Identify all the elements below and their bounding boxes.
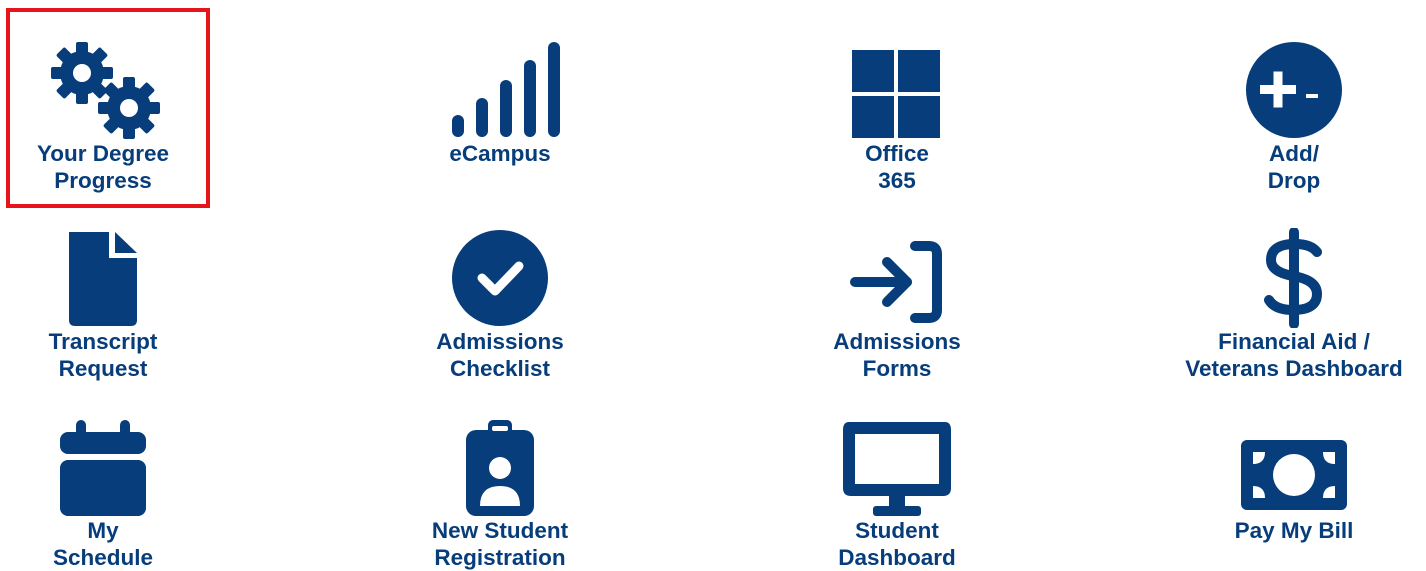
tile-label: Add/ Drop xyxy=(1267,141,1321,193)
check-circle-icon xyxy=(380,228,620,328)
tile-label: Pay My Bill xyxy=(1234,518,1354,543)
sign-in-icon xyxy=(777,228,1017,328)
tile-label: My Schedule xyxy=(52,518,154,570)
document-icon xyxy=(0,228,223,328)
money-bill-icon xyxy=(1174,418,1414,518)
calendar-icon xyxy=(0,418,223,518)
tile-label: Admissions Checklist xyxy=(436,329,564,381)
tile-label: Student Dashboard xyxy=(838,518,956,570)
tile-label: New Student Registration xyxy=(431,518,569,570)
tile-label: Admissions Forms xyxy=(833,329,961,381)
plus-minus-circle-icon xyxy=(1174,40,1414,140)
tile-label: Transcript Request xyxy=(48,329,158,381)
tile-label: Office 365 xyxy=(865,141,929,193)
tile-label: eCampus xyxy=(449,141,551,166)
monitor-icon xyxy=(777,418,1017,518)
dollar-icon xyxy=(1174,228,1414,328)
gears-icon xyxy=(0,40,223,140)
id-badge-icon xyxy=(380,418,620,518)
tile-label: Your Degree Progress xyxy=(36,141,170,193)
signal-bars-icon xyxy=(380,40,620,140)
windows-grid-icon xyxy=(777,40,1017,140)
tile-label: Financial Aid / Veterans Dashboard xyxy=(1185,329,1403,381)
